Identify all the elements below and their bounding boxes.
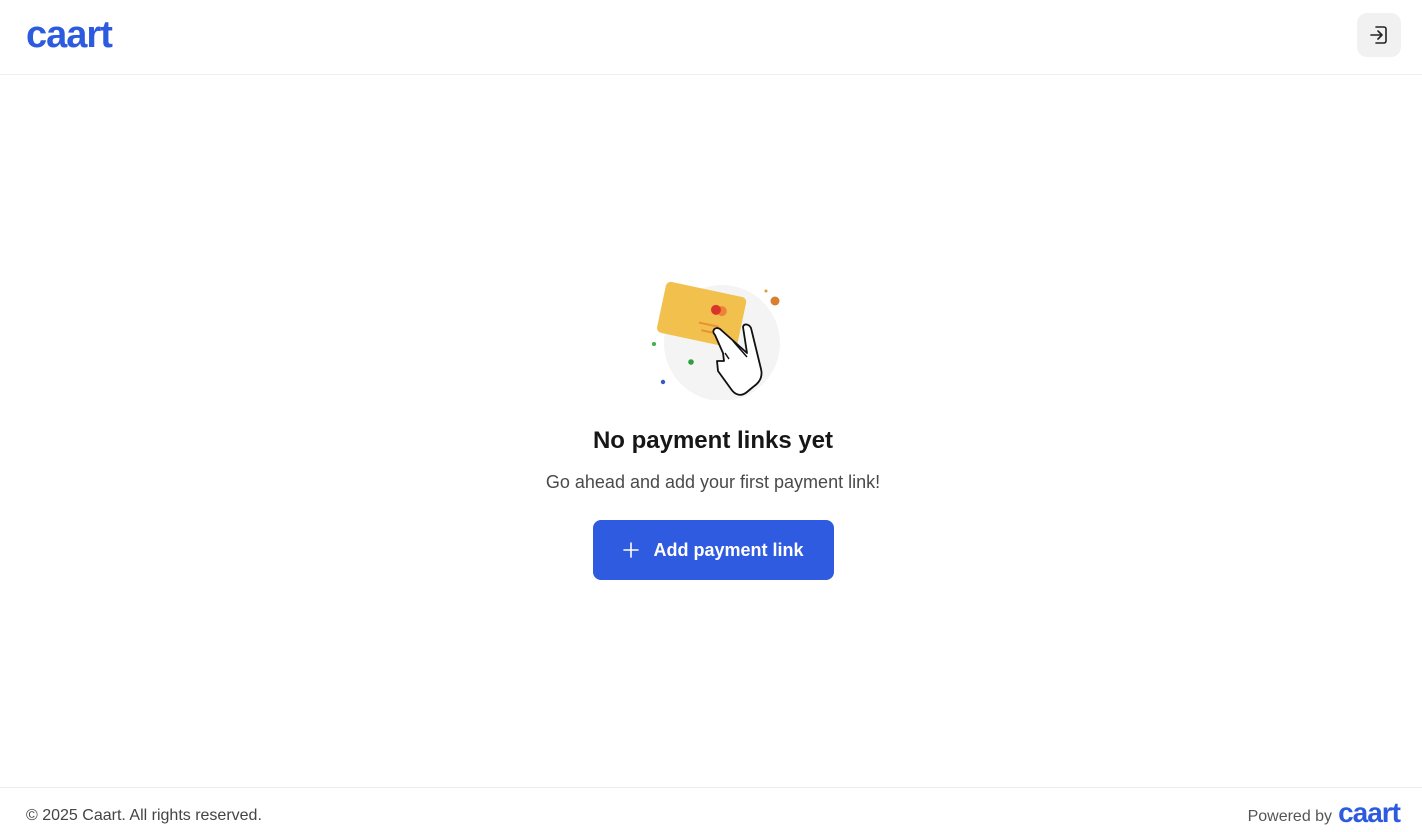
empty-state-subtitle: Go ahead and add your first payment link… bbox=[545, 472, 881, 492]
powered-by: Powered by caart bbox=[1247, 798, 1401, 828]
add-payment-link-label: Add payment link bbox=[653, 539, 804, 560]
copyright-text: © 2025 Caart. All rights reserved. bbox=[26, 807, 262, 824]
plus-icon bbox=[623, 542, 640, 558]
empty-state-title: No payment links yet bbox=[592, 427, 834, 454]
header: caart bbox=[0, 0, 1422, 75]
powered-by-logo[interactable]: caart bbox=[1338, 798, 1401, 828]
footer: © 2025 Caart. All rights reserved. Power… bbox=[0, 787, 1422, 832]
card-in-hand-illustration bbox=[652, 281, 780, 400]
login-button[interactable] bbox=[1357, 13, 1401, 57]
login-icon bbox=[1370, 26, 1387, 44]
brand-logo[interactable]: caart bbox=[26, 14, 113, 56]
main-content: No payment links yet Go ahead and add yo… bbox=[0, 75, 1422, 787]
add-payment-link-button[interactable]: Add payment link bbox=[593, 520, 834, 580]
powered-by-label: Powered by bbox=[1247, 808, 1333, 825]
